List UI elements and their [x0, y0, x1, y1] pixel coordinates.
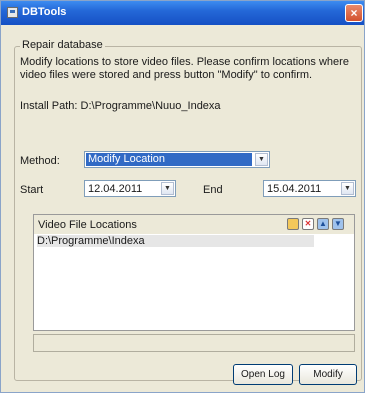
- progress-bar: [33, 334, 355, 352]
- method-value: Modify Location: [86, 153, 252, 166]
- group-legend: Repair database: [20, 39, 105, 51]
- start-label: Start: [20, 184, 44, 196]
- app-icon: [7, 7, 18, 18]
- folder-icon[interactable]: [287, 218, 299, 230]
- move-down-icon[interactable]: ▼: [332, 218, 344, 230]
- modify-button[interactable]: Modify: [299, 364, 357, 385]
- move-up-icon[interactable]: ▲: [317, 218, 329, 230]
- end-date-value: 15.04.2011: [267, 183, 322, 195]
- title-bar[interactable]: DBTools ×: [1, 1, 364, 25]
- video-locations-list[interactable]: D:\Programme\Indexa: [33, 234, 355, 331]
- start-date-value: 12.04.2011: [88, 183, 143, 195]
- end-date-picker[interactable]: 15.04.2011 ▼: [263, 180, 356, 197]
- list-item[interactable]: D:\Programme\Indexa: [37, 235, 314, 247]
- description-text: Modify locations to store video files. P…: [20, 56, 349, 81]
- method-select[interactable]: Modify Location ▼: [84, 151, 270, 168]
- end-label: End: [203, 184, 223, 196]
- video-locations-title: Video File Locations: [38, 219, 137, 231]
- video-locations-header: Video File Locations ✕ ▲ ▼: [33, 214, 355, 234]
- open-log-button[interactable]: Open Log: [233, 364, 293, 385]
- chevron-down-icon[interactable]: ▼: [341, 182, 354, 195]
- install-path: Install Path: D:\Programme\Nuuo_Indexa: [20, 100, 221, 112]
- window-title: DBTools: [22, 6, 67, 18]
- start-date-picker[interactable]: 12.04.2011 ▼: [84, 180, 176, 197]
- delete-icon[interactable]: ✕: [302, 218, 314, 230]
- chevron-down-icon[interactable]: ▼: [161, 182, 174, 195]
- list-item-path: D:\Programme\Indexa: [37, 235, 145, 247]
- close-icon[interactable]: ×: [345, 4, 363, 22]
- chevron-down-icon[interactable]: ▼: [255, 153, 268, 166]
- method-label: Method:: [20, 155, 60, 167]
